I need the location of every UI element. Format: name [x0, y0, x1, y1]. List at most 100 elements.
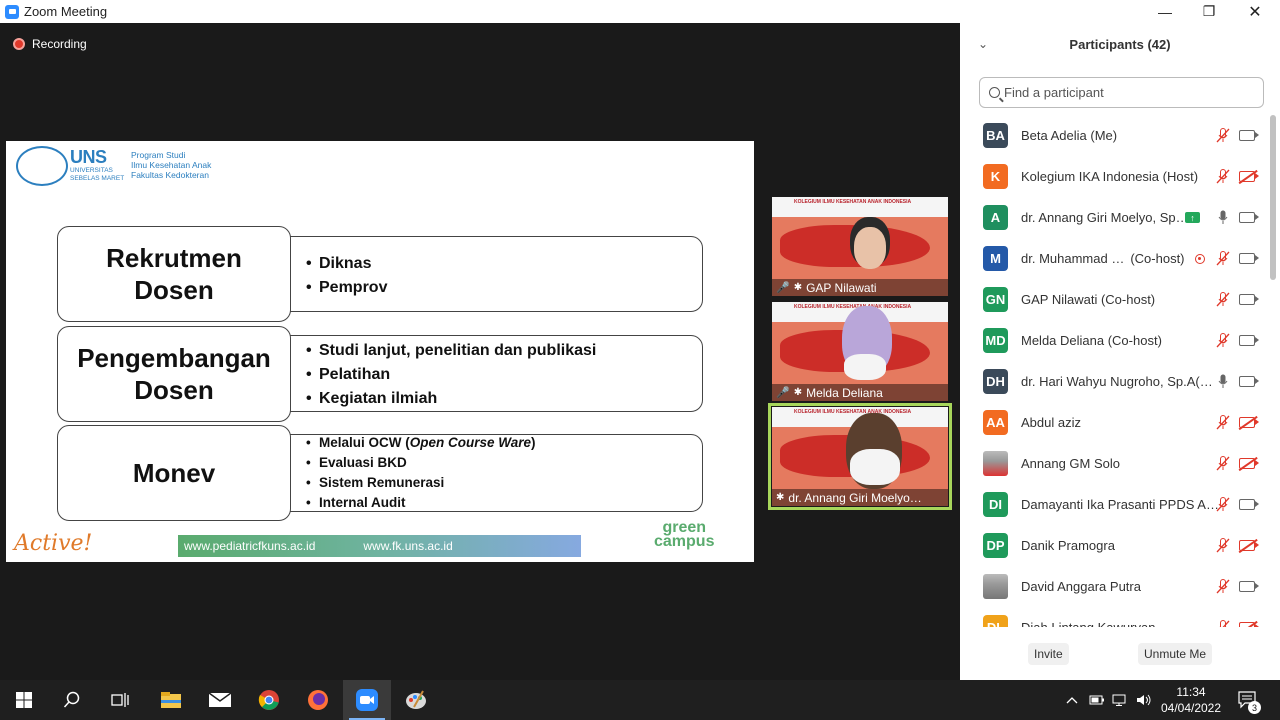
participant-row[interactable]: DL Diah Lintang Kawuryan [960, 607, 1270, 627]
camera-off-icon[interactable] [1239, 540, 1259, 551]
recording-label: Recording [32, 37, 87, 51]
participant-row[interactable]: David Anggara Putra [960, 566, 1270, 607]
slide-row-title: Rekrutmen Dosen [57, 226, 291, 322]
participant-row[interactable]: DP Danik Pramogra [960, 525, 1270, 566]
camera-icon[interactable] [1239, 130, 1259, 141]
microphone-icon[interactable] [1216, 374, 1230, 390]
minimize-button[interactable]: — [1142, 0, 1188, 23]
network-icon[interactable] [1112, 680, 1128, 720]
camera-icon[interactable] [1239, 212, 1259, 223]
recording-indicator[interactable]: Recording [13, 37, 87, 51]
recording-icon [1195, 253, 1205, 264]
program-label: Program Studi Ilmu Kesehatan Anak Fakult… [131, 150, 212, 180]
muted-microphone-icon[interactable] [1216, 497, 1230, 513]
camera-icon[interactable] [1239, 376, 1259, 387]
camera-icon[interactable] [1239, 335, 1259, 346]
invite-button[interactable]: Invite [1028, 643, 1069, 665]
maximize-button[interactable]: ❐ [1186, 0, 1232, 23]
participant-search-input[interactable] [1004, 85, 1244, 100]
microphone-icon[interactable] [1216, 210, 1230, 226]
muted-microphone-icon[interactable] [1216, 333, 1230, 349]
camera-off-icon[interactable] [1239, 458, 1259, 469]
avatar: M [983, 246, 1008, 271]
participant-row[interactable]: BA Beta Adelia (Me) [960, 115, 1270, 156]
camera-icon[interactable] [1239, 499, 1259, 510]
unmute-me-button[interactable]: Unmute Me [1138, 643, 1213, 665]
avatar: DI [983, 492, 1008, 517]
battery-icon[interactable] [1089, 680, 1105, 720]
camera-off-icon[interactable] [1239, 622, 1259, 627]
windows-start-icon[interactable] [0, 680, 48, 720]
firefox-icon[interactable] [294, 680, 342, 720]
muted-microphone-icon[interactable] [1216, 292, 1230, 308]
avatar: AA [983, 410, 1008, 435]
participant-name: dr. Muhammad … (Co-host) [1021, 251, 1185, 266]
participant-row[interactable]: AA Abdul aziz [960, 402, 1270, 443]
notification-center-icon[interactable]: 3 [1238, 680, 1261, 720]
volume-icon[interactable] [1136, 680, 1152, 720]
muted-mic-icon: 🎤 [776, 282, 790, 294]
avatar [983, 451, 1008, 476]
camera-off-icon[interactable] [1239, 171, 1259, 182]
participant-row[interactable]: DI Damayanti Ika Prasanti PPDS A… [960, 484, 1270, 525]
camera-off-icon[interactable] [1239, 417, 1259, 428]
window-title: Zoom Meeting [24, 4, 108, 19]
camera-icon[interactable] [1239, 294, 1259, 305]
participant-row[interactable]: K Kolegium IKA Indonesia (Host) [960, 156, 1270, 197]
camera-icon[interactable] [1239, 581, 1259, 592]
muted-microphone-icon[interactable] [1216, 538, 1230, 554]
paint-icon[interactable] [392, 680, 440, 720]
participant-row[interactable]: Annang GM Solo [960, 443, 1270, 484]
chrome-icon[interactable] [245, 680, 293, 720]
mail-icon[interactable] [196, 680, 244, 720]
participant-row[interactable]: MD Melda Deliana (Co-host) [960, 320, 1270, 361]
participant-list[interactable]: BA Beta Adelia (Me) K Kolegium IKA Indonesi… [960, 115, 1270, 627]
zoom-taskbar-icon[interactable] [343, 680, 391, 720]
windows-taskbar: 11:34 04/04/2022 3 [0, 680, 1280, 720]
participant-name: Damayanti Ika Prasanti PPDS A… [1021, 497, 1219, 512]
muted-microphone-icon[interactable] [1216, 620, 1230, 627]
participants-footer: Invite Unmute Me [960, 643, 1280, 673]
muted-microphone-icon[interactable] [1216, 579, 1230, 595]
participant-row[interactable]: Adr. Annang Giri Moelyo, Sp… ↑ [960, 197, 1270, 238]
muted-microphone-icon[interactable] [1216, 456, 1230, 472]
search-icon [989, 87, 1000, 98]
uns-seal-icon [16, 146, 68, 186]
video-tile[interactable]: KOLEGIUM ILMU KESEHATAN ANAK INDONESIA 🎤… [772, 302, 948, 401]
camera-icon[interactable] [1239, 253, 1259, 264]
muted-microphone-icon[interactable] [1216, 251, 1230, 267]
slide-bullet-list: Melalui OCW (Open Course Ware) Evaluasi … [306, 433, 536, 513]
avatar: DH [983, 369, 1008, 394]
avatar: BA [983, 123, 1008, 148]
notification-count-badge: 3 [1248, 701, 1261, 714]
clock-date: 04/04/2022 [1160, 701, 1222, 715]
participant-name: Danik Pramogra [1021, 538, 1115, 553]
screen-share-icon: ↑ [1185, 212, 1200, 223]
participant-row[interactable]: Mdr. Muhammad … (Co-host) [960, 238, 1270, 279]
shared-screen-slide: UNS UNIVERSITAS SEBELAS MARET Program St… [6, 141, 754, 562]
video-tile[interactable]: KOLEGIUM ILMU KESEHATAN ANAK INDONESIA ✱… [772, 407, 948, 506]
participant-name: Kolegium IKA Indonesia (Host) [1021, 169, 1199, 184]
participant-row[interactable]: GN GAP Nilawati (Co-host) [960, 279, 1270, 320]
participant-list-scrollbar[interactable] [1269, 115, 1277, 627]
taskbar-clock[interactable]: 11:34 04/04/2022 [1158, 684, 1224, 716]
uns-logo-text: UNS [70, 147, 107, 167]
task-view-icon[interactable] [96, 680, 144, 720]
participant-search-box[interactable] [979, 77, 1264, 108]
muted-mic-icon: 🎤 [776, 387, 790, 399]
muted-microphone-icon[interactable] [1216, 415, 1230, 431]
search-icon[interactable] [48, 680, 96, 720]
video-tile[interactable]: KOLEGIUM ILMU KESEHATAN ANAK INDONESIA 🎤… [772, 197, 948, 296]
muted-microphone-icon[interactable] [1216, 169, 1230, 185]
close-button[interactable]: ✕ [1232, 0, 1278, 23]
avatar: A [983, 205, 1008, 230]
muted-microphone-icon[interactable] [1216, 128, 1230, 144]
video-participant-name: dr. Annang Giri Moelyo… [788, 490, 922, 505]
participants-panel: ⌄ Participants (42) BABeta Adelia (Me)KK… [960, 23, 1280, 680]
active-logo: Active! [14, 531, 93, 556]
record-icon [13, 38, 25, 50]
slide-row-title: Monev [57, 425, 291, 521]
participant-row[interactable]: DH dr. Hari Wahyu Nugroho, Sp.A(… [960, 361, 1270, 402]
file-explorer-icon[interactable] [147, 680, 195, 720]
show-hidden-icons-chevron-icon[interactable] [1066, 680, 1078, 720]
